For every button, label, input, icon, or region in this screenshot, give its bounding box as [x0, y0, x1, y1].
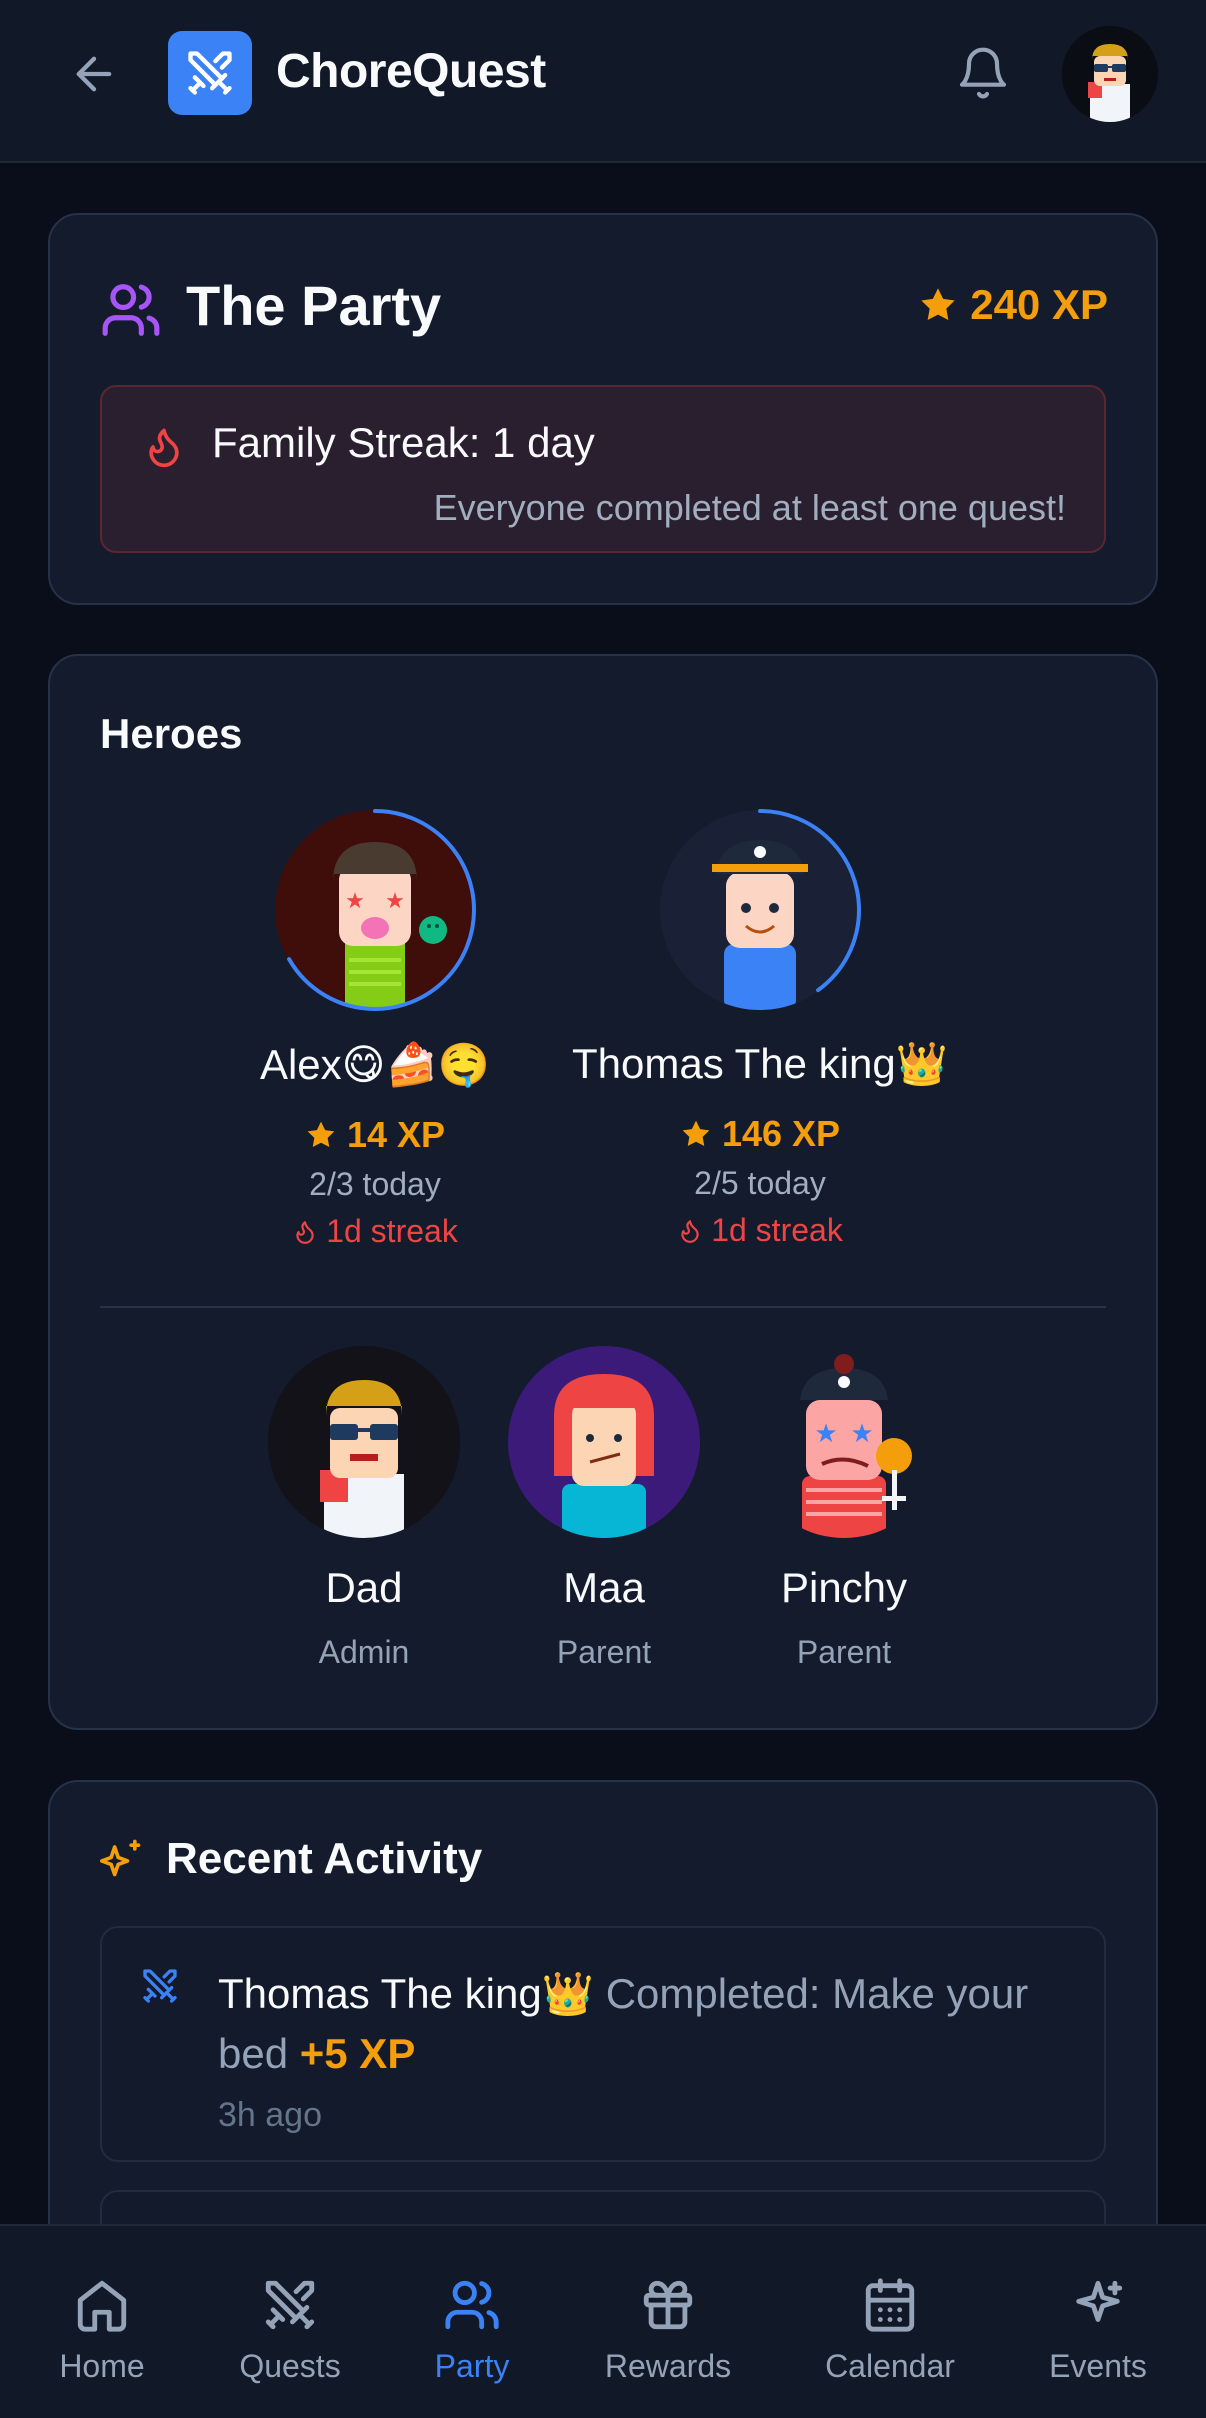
star-icon — [307, 1121, 335, 1147]
activity-item[interactable]: Thomas The king👑 Completed: Make your be… — [100, 1926, 1106, 2162]
hero-name: Thomas The king👑 — [571, 1040, 948, 1087]
activity-time: 3h ago — [218, 2096, 322, 2134]
member-maa[interactable]: Maa Parent — [484, 1346, 724, 1671]
sparkles-icon — [1076, 2280, 1123, 2322]
member-role: Parent — [556, 1634, 652, 1670]
hero-today-progress: 2/5 today — [694, 1165, 826, 1201]
nav-label: Home — [59, 2348, 145, 2384]
nav-events[interactable]: Events — [1008, 2272, 1188, 2385]
hero-xp-value: 14 XP — [346, 1114, 446, 1155]
member-dad[interactable]: Dad Admin — [244, 1346, 484, 1671]
maa-avatar — [508, 1346, 700, 1538]
nav-home[interactable]: Home — [12, 2272, 192, 2385]
nav-calendar[interactable]: Calendar — [800, 2272, 980, 2385]
party-title: The Party — [186, 274, 442, 337]
star-icon — [682, 1120, 710, 1146]
nav-label: Party — [434, 2348, 510, 2384]
pinchy-avatar: ★ ★ — [748, 1346, 940, 1538]
activity-text: Thomas The king👑 Completed: Make your be… — [218, 1964, 1058, 2084]
sparkles-icon — [100, 1839, 141, 1877]
app-title: ChoreQuest — [276, 45, 546, 98]
activity-xp: +5 XP — [299, 2030, 416, 2077]
svg-text:★: ★ — [814, 1418, 837, 1448]
users-icon — [445, 2280, 499, 2330]
party-xp-total: 240 XP — [918, 281, 1108, 329]
svg-text:★: ★ — [850, 1418, 873, 1448]
hero-xp: 14 XP — [175, 1114, 575, 1156]
crossed-swords-icon — [188, 51, 232, 95]
hero-xp: 146 XP — [560, 1113, 960, 1155]
notifications-button[interactable] — [950, 38, 1016, 108]
member-role: Parent — [796, 1634, 892, 1670]
nav-label: Rewards — [604, 2348, 732, 2384]
member-role: Admin — [318, 1634, 410, 1670]
crossed-swords-icon — [265, 2280, 315, 2330]
heroes-title: Heroes — [100, 710, 243, 757]
activity-title: Recent Activity — [166, 1834, 483, 1883]
gift-icon — [643, 2280, 693, 2330]
dad-avatar-icon — [268, 1346, 460, 1538]
star-icon — [921, 288, 955, 320]
heroes-divider — [100, 1306, 1106, 1308]
party-xp-value: 240 XP — [970, 281, 1108, 328]
dad-avatar — [268, 1346, 460, 1538]
top-app-bar: ChoreQuest — [0, 0, 1206, 163]
member-name: Maa — [563, 1564, 645, 1611]
nav-label: Events — [1049, 2348, 1147, 2384]
streak-title: Family Streak: 1 day — [212, 419, 595, 466]
streak-subtitle: Everyone completed at least one quest! — [433, 487, 1066, 528]
hero-name: Alex😋🍰🤤 — [259, 1041, 491, 1088]
nav-label: Calendar — [825, 2348, 955, 2384]
flame-icon — [296, 1220, 314, 1244]
hero-streak: 1d streak — [560, 1212, 960, 1249]
heroes-card: Heroes ★ ★ Alex😋🍰🤤 14 XP 2/3 today 1d st… — [48, 654, 1158, 1730]
app-logo — [168, 31, 252, 115]
bottom-navigation: Home Quests Party Rewards Calendar Event… — [0, 2224, 1206, 2418]
progress-ring — [274, 809, 476, 1011]
dad-avatar-icon — [1062, 26, 1158, 122]
bell-icon — [959, 47, 1007, 99]
member-pinchy[interactable]: ★ ★ Pinchy Parent — [724, 1346, 964, 1671]
user-avatar[interactable] — [1062, 26, 1158, 122]
hero-card-alex[interactable]: ★ ★ Alex😋🍰🤤 14 XP 2/3 today 1d streak — [175, 809, 575, 1250]
flame-icon — [681, 1219, 699, 1243]
hero-streak: 1d streak — [175, 1213, 575, 1250]
arrow-left-icon — [76, 56, 112, 92]
member-name: Dad — [325, 1564, 403, 1611]
nav-label: Quests — [239, 2348, 341, 2384]
nav-quests[interactable]: Quests — [200, 2272, 380, 2385]
hero-streak-label: 1d streak — [711, 1212, 843, 1248]
crossed-swords-icon — [143, 1969, 177, 2003]
flame-icon — [149, 428, 179, 468]
nav-rewards[interactable]: Rewards — [578, 2272, 758, 2385]
hero-xp-value: 146 XP — [721, 1113, 841, 1154]
nav-party[interactable]: Party — [382, 2272, 562, 2385]
back-button[interactable] — [62, 42, 126, 106]
hero-today-progress: 2/3 today — [309, 1166, 441, 1202]
calendar-icon — [865, 2278, 915, 2332]
progress-ring — [659, 809, 861, 1011]
party-card: The Party 240 XP Family Streak: 1 day Ev… — [48, 213, 1158, 605]
hero-streak-label: 1d streak — [326, 1213, 458, 1249]
maa-avatar-icon — [508, 1346, 700, 1538]
hero-card-thomas[interactable]: Thomas The king👑 146 XP 2/5 today 1d str… — [560, 809, 960, 1249]
activity-who: Thomas The king👑 — [218, 1970, 595, 2017]
home-icon — [77, 2280, 127, 2332]
member-name: Pinchy — [780, 1564, 908, 1611]
family-streak-banner: Family Streak: 1 day Everyone completed … — [100, 385, 1106, 553]
pinchy-avatar-icon: ★ ★ — [748, 1346, 940, 1538]
users-icon — [102, 284, 160, 336]
